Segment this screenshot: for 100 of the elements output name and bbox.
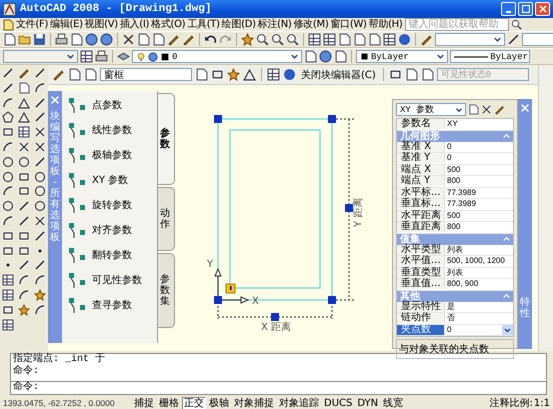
rect-icon[interactable]	[2, 304, 14, 316]
cross-icon[interactable]	[34, 214, 46, 227]
page-icon[interactable]	[70, 33, 83, 46]
rect-icon[interactable]	[18, 244, 30, 257]
page-icon[interactable]	[334, 50, 347, 63]
polygon-icon[interactable]	[2, 111, 14, 124]
palette-item[interactable]: XY 参数	[66, 170, 157, 189]
grid-icon[interactable]	[18, 126, 30, 138]
menu-item[interactable]: 修改(M)	[294, 18, 328, 30]
folder-icon[interactable]	[18, 33, 31, 46]
triangle-icon[interactable]	[243, 68, 256, 81]
star-icon[interactable]	[34, 288, 46, 301]
menu-item[interactable]: 绘图(D)	[222, 18, 256, 30]
grid-icon[interactable]	[323, 33, 336, 46]
bulb-icon[interactable]	[136, 52, 146, 62]
swatch-icon[interactable]	[360, 52, 369, 61]
object-type-dropdown[interactable]: XY 参数	[396, 103, 466, 116]
page-icon[interactable]	[137, 33, 150, 46]
star-icon[interactable]	[18, 304, 30, 316]
page-icon[interactable]	[353, 33, 366, 46]
property-row[interactable]: 垂直类型 列表	[397, 268, 513, 279]
menu-item[interactable]: 编辑(E)	[50, 18, 83, 30]
property-row[interactable]: 端点 Y 800	[397, 176, 513, 188]
scissors-icon[interactable]	[122, 33, 135, 46]
status-toggle[interactable]: 对象追踪	[277, 396, 321, 409]
rect-icon[interactable]	[388, 68, 402, 81]
star-icon[interactable]	[241, 33, 254, 46]
undo-icon[interactable]	[204, 33, 217, 46]
status-toggle[interactable]: 正交	[182, 396, 206, 409]
triangle-icon[interactable]	[18, 96, 30, 109]
grip-handle[interactable]	[345, 204, 353, 212]
palette-item[interactable]: 查寻参数	[66, 295, 157, 314]
circle-icon[interactable]	[2, 170, 14, 183]
page-icon[interactable]	[304, 50, 317, 63]
cross-icon[interactable]	[34, 126, 46, 138]
grid-icon[interactable]	[2, 288, 14, 301]
grip-handle[interactable]	[271, 313, 279, 321]
line-icon[interactable]	[2, 67, 14, 79]
help-search-field[interactable]: 键入问题以获取帮助	[404, 18, 508, 31]
magnifier-icon[interactable]	[256, 33, 269, 46]
rect-icon[interactable]	[2, 230, 14, 242]
palette-item[interactable]: 点参数	[66, 95, 157, 114]
palette-tab[interactable]: 动作	[158, 187, 175, 251]
property-row[interactable]: 水平标... 77.3989	[397, 188, 513, 199]
page-icon[interactable]	[84, 68, 97, 81]
arc-icon[interactable]	[34, 304, 46, 316]
pencil-icon[interactable]	[18, 67, 30, 79]
menu-item[interactable]: 插入(I)	[120, 18, 150, 30]
palette-tab[interactable]: 参数集	[158, 253, 175, 328]
command-input-field[interactable]: 命令:	[10, 381, 547, 395]
page-icon[interactable]	[3, 33, 16, 46]
triangle-icon[interactable]	[18, 111, 30, 124]
property-row[interactable]: 垂直标... 77.3989	[397, 199, 513, 210]
grid-icon[interactable]	[308, 33, 321, 46]
line-icon[interactable]	[34, 111, 46, 124]
property-row[interactable]: 水平类型 列表	[397, 244, 513, 256]
property-row[interactable]: 显示特性 是	[397, 302, 513, 313]
menu-item[interactable]: 窗口(W)	[330, 18, 367, 30]
pencil-icon[interactable]	[420, 33, 433, 46]
color-dropdown[interactable]: ByLayer	[356, 50, 448, 63]
menu-item[interactable]: 格式(O)	[151, 18, 186, 30]
circle-icon[interactable]	[2, 156, 14, 168]
circle-icon[interactable]	[34, 185, 46, 198]
status-toggle[interactable]: 捕捉	[132, 396, 156, 409]
grid-icon[interactable]	[80, 50, 93, 63]
circle-icon[interactable]	[34, 200, 46, 212]
pencil-icon[interactable]	[494, 104, 505, 115]
cross-icon[interactable]	[18, 140, 30, 153]
status-toggle[interactable]: DYN	[355, 396, 380, 409]
magnifier-icon[interactable]	[271, 33, 284, 46]
block-name-field[interactable]: 窗框	[100, 68, 192, 81]
circle-icon[interactable]	[34, 170, 46, 183]
menu-item[interactable]: 帮助(H)	[368, 18, 402, 30]
close-icon[interactable]	[50, 95, 60, 105]
page-icon[interactable]	[420, 68, 434, 81]
arc-icon[interactable]	[34, 274, 46, 286]
sphere-icon[interactable]	[100, 33, 113, 46]
cross-icon[interactable]	[481, 104, 492, 115]
pencil-icon[interactable]	[52, 68, 65, 81]
page-icon[interactable]	[468, 104, 479, 115]
swatch-icon[interactable]	[160, 52, 170, 62]
close-block-editor-button[interactable]: 关闭块编辑器(C)	[299, 68, 378, 82]
property-row[interactable]: 端点 X 500	[397, 164, 513, 176]
property-row[interactable]: 基准 X 0	[397, 142, 513, 153]
property-row[interactable]: 水平距离 500	[397, 210, 513, 222]
pencil-icon[interactable]	[167, 33, 180, 46]
cross-icon[interactable]	[34, 140, 46, 153]
sphere-icon[interactable]	[85, 33, 98, 46]
magnifier-icon[interactable]	[286, 33, 299, 46]
line-icon[interactable]	[507, 33, 520, 46]
rect-icon[interactable]	[2, 244, 14, 257]
arc-icon[interactable]	[18, 274, 30, 286]
grid-icon[interactable]	[383, 33, 396, 46]
page-icon[interactable]	[68, 68, 81, 81]
status-toggle[interactable]: 线宽	[381, 396, 406, 409]
arc-icon[interactable]	[2, 140, 14, 153]
property-row[interactable]: 链动作 否	[397, 313, 513, 324]
printer-icon[interactable]	[55, 33, 68, 46]
status-toggle[interactable]: 对象捕捉	[232, 396, 276, 409]
arc-icon[interactable]	[2, 96, 14, 109]
